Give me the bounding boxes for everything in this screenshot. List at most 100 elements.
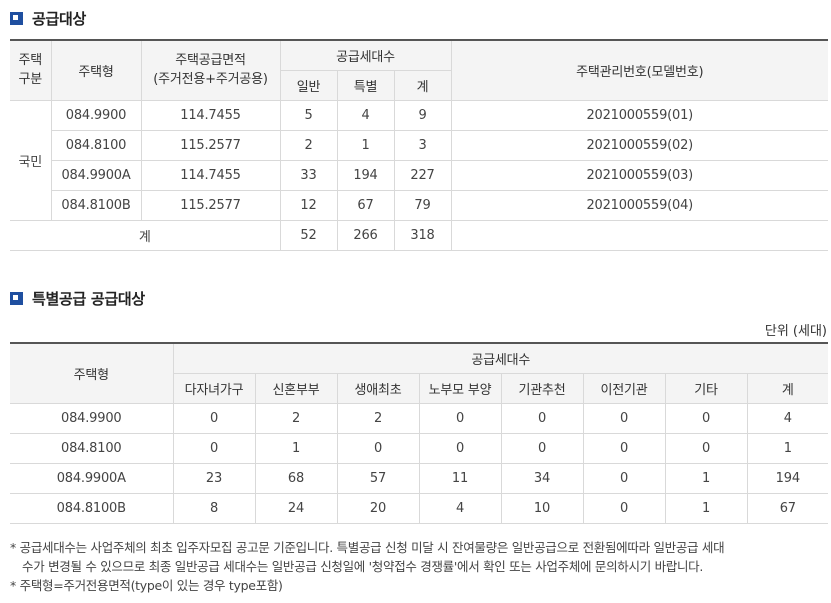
header-multi-child: 다자녀가구: [172, 372, 256, 404]
footnote-line: * 주택형=주거전용면적(type이 있는 경우 type포함): [10, 578, 283, 593]
footnotes: * 공급세대수는 사업주체의 최초 입주자모집 공고문 기준입니다. 특별공급 …: [10, 538, 825, 595]
cell-type: 084.8100B: [50, 189, 142, 221]
table-row: 084.8100B 8 24 20 4 10 0 1 67: [10, 492, 829, 524]
unit-label: 단위 (세대): [764, 324, 827, 339]
sum-general: 52: [279, 219, 338, 251]
header-mgmt-no: 주택관리번호(모델번호): [450, 39, 828, 101]
cell-value: 0: [500, 432, 584, 464]
special-supply-table: 주택형 공급세대수 다자녀가구 신혼부부 생애최초 노부모 부양 기관추천 이전…: [10, 342, 829, 524]
cell-area: 115.2577: [140, 129, 281, 161]
cell-type: 084.9900: [10, 402, 174, 434]
cell-value: 0: [664, 432, 748, 464]
footnote-line: * 공급세대수는 사업주체의 최초 입주자모집 공고문 기준입니다. 특별공급 …: [10, 540, 725, 555]
cell-type: 084.8100B: [10, 492, 174, 524]
cell-total: 4: [746, 402, 829, 434]
cell-mgmt: 2021000559(04): [450, 189, 828, 221]
cell-value: 0: [418, 402, 502, 434]
cell-value: 10: [500, 492, 584, 524]
header-elderly-parent: 노부모 부양: [418, 372, 502, 404]
cell-value: 8: [172, 492, 256, 524]
header-general: 일반: [279, 69, 338, 101]
cell-total: 227: [393, 159, 452, 191]
header-total: 계: [746, 372, 829, 404]
cell-value: 4: [418, 492, 502, 524]
cell-mgmt: 2021000559(03): [450, 159, 828, 191]
cell-total: 9: [393, 99, 452, 131]
cell-value: 0: [336, 432, 420, 464]
cell-value: 0: [582, 462, 666, 494]
header-other: 기타: [664, 372, 748, 404]
table-row: 084.9900A 23 68 57 11 34 0 1 194: [10, 462, 829, 494]
cell-general: 5: [279, 99, 338, 131]
cell-value: 1: [664, 462, 748, 494]
cell-value: 20: [336, 492, 420, 524]
cell-general: 2: [279, 129, 338, 161]
cell-value: 1: [664, 492, 748, 524]
sum-total: 318: [393, 219, 452, 251]
header-special: 특별: [336, 69, 395, 101]
cell-type: 084.8100: [10, 432, 174, 464]
cell-value: 0: [582, 432, 666, 464]
header-house-type: 주택형: [50, 39, 142, 101]
cell-value: 1: [254, 432, 338, 464]
cell-value: 0: [582, 492, 666, 524]
cell-value: 23: [172, 462, 256, 494]
cell-special: 1: [336, 129, 395, 161]
cell-general: 33: [279, 159, 338, 191]
header-newlywed: 신혼부부: [254, 372, 338, 404]
section-title-supply: 공급대상: [10, 8, 86, 28]
header-total: 계: [393, 69, 452, 101]
square-bullet-icon: [10, 291, 23, 305]
header-house-type: 주택형: [10, 342, 174, 404]
table-row: 084.8100 0 1 0 0 0 0 0 1: [10, 432, 829, 464]
cell-value: 0: [664, 402, 748, 434]
cell-value: 24: [254, 492, 338, 524]
cell-value: 0: [172, 432, 256, 464]
cell-total: 194: [746, 462, 829, 494]
table-row: 084.8100 115.2577 2 1 3 2021000559(02): [10, 129, 828, 161]
cell-mgmt: 2021000559(01): [450, 99, 828, 131]
cell-type: 084.9900A: [10, 462, 174, 494]
cell-type: 084.9900A: [50, 159, 142, 191]
cell-value: 11: [418, 462, 502, 494]
cell-value: 34: [500, 462, 584, 494]
cell-general: 12: [279, 189, 338, 221]
header-supply-units: 공급세대수: [172, 342, 829, 374]
cell-value: 0: [172, 402, 256, 434]
cell-total: 1: [746, 432, 829, 464]
section-title-special: 특별공급 공급대상: [10, 288, 145, 308]
table-row: 084.8100B 115.2577 12 67 79 2021000559(0…: [10, 189, 828, 221]
table-row: 084.9900A 114.7455 33 194 227 2021000559…: [10, 159, 828, 191]
group-label: 국민: [10, 99, 52, 221]
cell-value: 2: [336, 402, 420, 434]
header-relocated-agency: 이전기관: [582, 372, 666, 404]
cell-special: 4: [336, 99, 395, 131]
cell-special: 194: [336, 159, 395, 191]
sum-mgmt-empty: [450, 219, 828, 251]
cell-total: 3: [393, 129, 452, 161]
table-row: 084.9900 0 2 2 0 0 0 0 4: [10, 402, 829, 434]
cell-type: 084.8100: [50, 129, 142, 161]
header-type-group: 주택 구분: [10, 39, 52, 101]
supply-table: 주택 구분 주택형 주택공급면적 (주거전용+주거공용) 공급세대수 주택관리번…: [10, 39, 828, 251]
cell-mgmt: 2021000559(02): [450, 129, 828, 161]
cell-value: 68: [254, 462, 338, 494]
header-supply-units: 공급세대수: [279, 39, 452, 71]
square-bullet-icon: [10, 11, 23, 25]
cell-total: 79: [393, 189, 452, 221]
sum-special: 266: [336, 219, 395, 251]
section-title-text: 특별공급 공급대상: [32, 289, 145, 308]
cell-area: 114.7455: [140, 159, 281, 191]
cell-total: 67: [746, 492, 829, 524]
footnote-line: 수가 변경될 수 있으므로 최종 일반공급 세대수는 일반공급 신청일에 '청약…: [22, 559, 704, 574]
sum-label: 계: [10, 219, 281, 251]
table-row: 국민 084.9900 114.7455 5 4 9 2021000559(01…: [10, 99, 828, 221]
cell-value: 2: [254, 402, 338, 434]
cell-value: 57: [336, 462, 420, 494]
cell-type: 084.9900: [50, 99, 142, 131]
sum-row: 계 52 266 318: [10, 219, 828, 251]
cell-area: 115.2577: [140, 189, 281, 221]
header-institution: 기관추천: [500, 372, 584, 404]
header-first-time: 생애최초: [336, 372, 420, 404]
header-supply-area: 주택공급면적 (주거전용+주거공용): [140, 39, 281, 101]
